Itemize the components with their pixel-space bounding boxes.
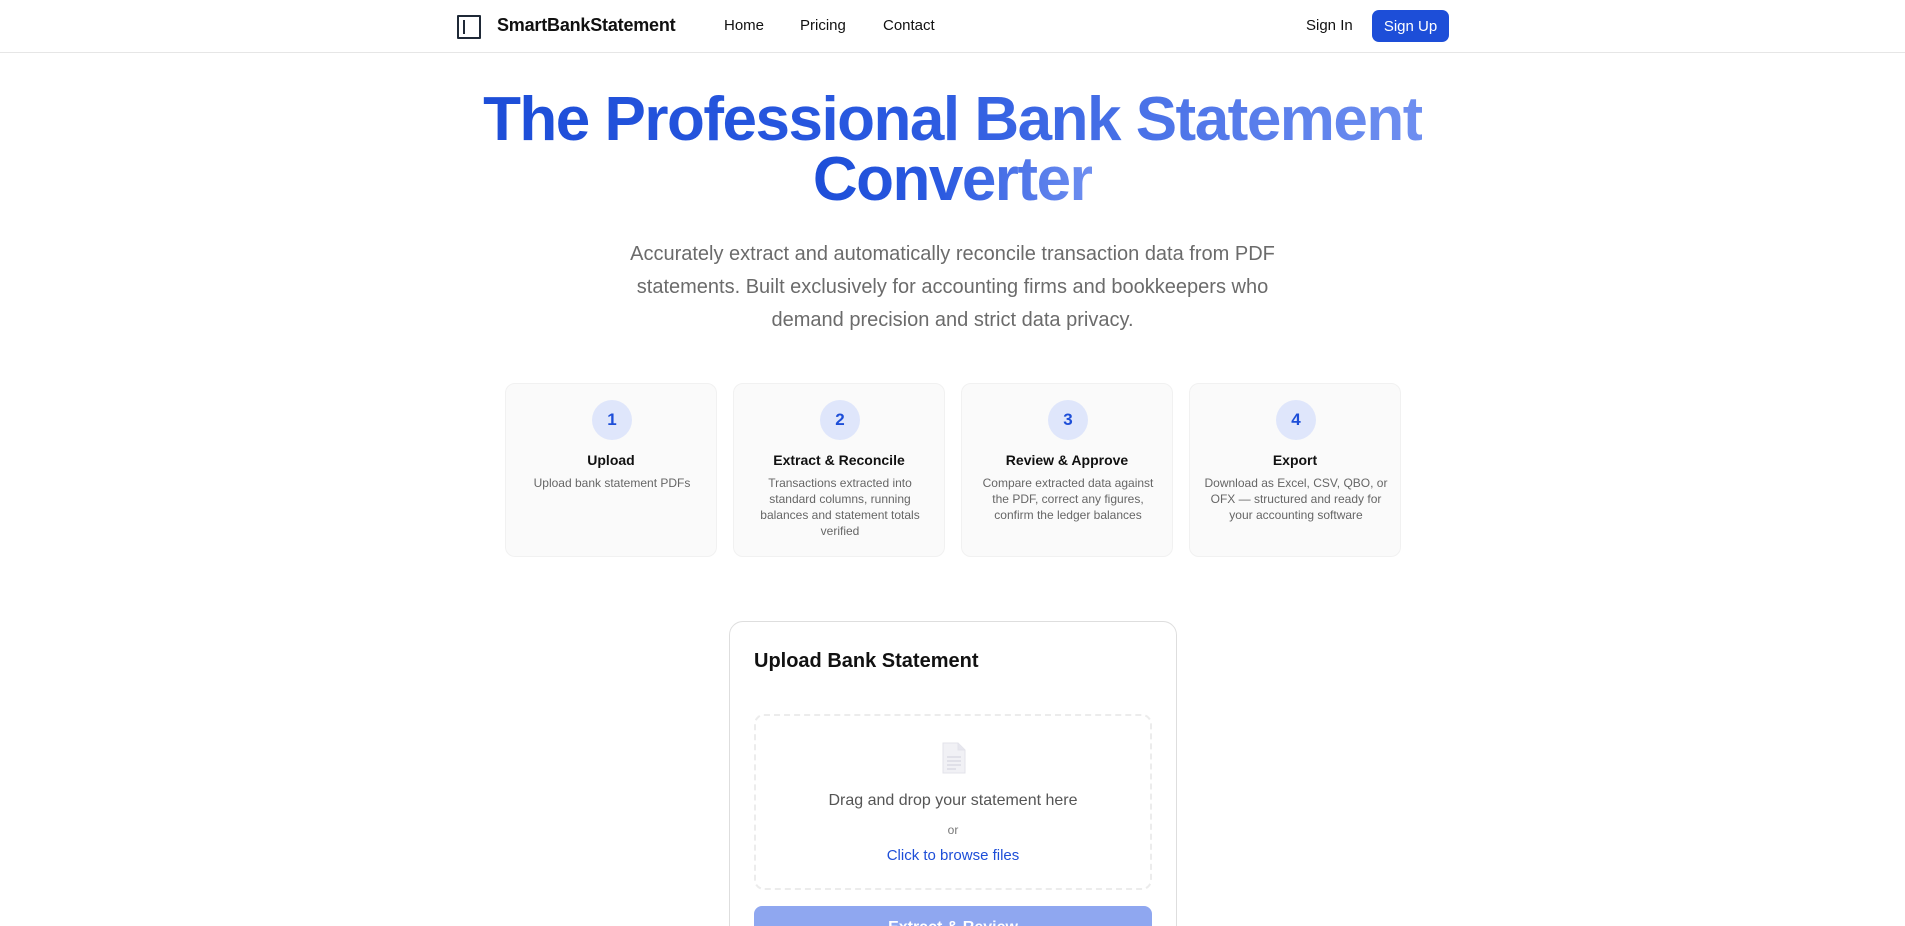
step-number-badge: 4 [1276,400,1316,440]
step-title: Export [1272,452,1318,468]
step-title: Extract & Reconcile [773,452,905,468]
step-number-badge: 1 [592,400,632,440]
step-description: Transactions extracted into standard col… [760,476,920,538]
file-dropzone[interactable]: Drag and drop your statement here or Cli… [754,714,1152,890]
step-title: Upload [587,452,635,468]
browse-files-link[interactable]: Click to browse files [756,847,1150,864]
upload-card: Upload Bank Statement Drag and drop your… [729,621,1177,926]
nav-contact[interactable]: Contact [883,17,935,34]
sign-up-button[interactable]: Sign Up [1372,10,1449,42]
document-icon [942,742,966,774]
step-card-review: 3 Review & Approve Compare extracted dat… [961,383,1173,557]
step-description: Download as Excel, CSV, QBO, or OFX — st… [1204,476,1388,522]
brand-name[interactable]: SmartBankStatement [497,15,676,36]
step-card-export: 4 Export Download as Excel, CSV, QBO, or… [1189,383,1401,557]
step-description: Upload bank statement PDFs [533,476,691,490]
top-navbar: SmartBankStatement Home Pricing Contact … [0,0,1905,53]
drop-instructions: Drag and drop your statement here [828,792,1078,809]
step-description: Compare extracted data against the PDF, … [982,476,1154,522]
step-card-extract: 2 Extract & Reconcile Transactions extra… [733,383,945,557]
hero-subtitle: Accurately extract and automatically rec… [630,243,1275,331]
nav-pricing[interactable]: Pricing [800,17,846,34]
upload-card-title: Upload Bank Statement [754,650,979,672]
hero-title: The Professional Bank Statement Converte… [0,85,1905,214]
step-title: Review & Approve [1005,452,1129,468]
step-card-upload: 1 Upload Upload bank statement PDFs [505,383,717,557]
step-number-badge: 3 [1048,400,1088,440]
extract-review-button[interactable]: Extract & Review [754,906,1152,926]
hero-title-line-1: The Professional Bank Statement [483,85,1423,154]
nav-home[interactable]: Home [724,17,764,34]
drop-or-separator: or [947,823,959,837]
hero-title-line-2: Converter [812,145,1094,214]
square-bracket-logo-icon[interactable] [457,15,481,39]
step-number-badge: 2 [820,400,860,440]
sign-in-link[interactable]: Sign In [1306,17,1353,34]
